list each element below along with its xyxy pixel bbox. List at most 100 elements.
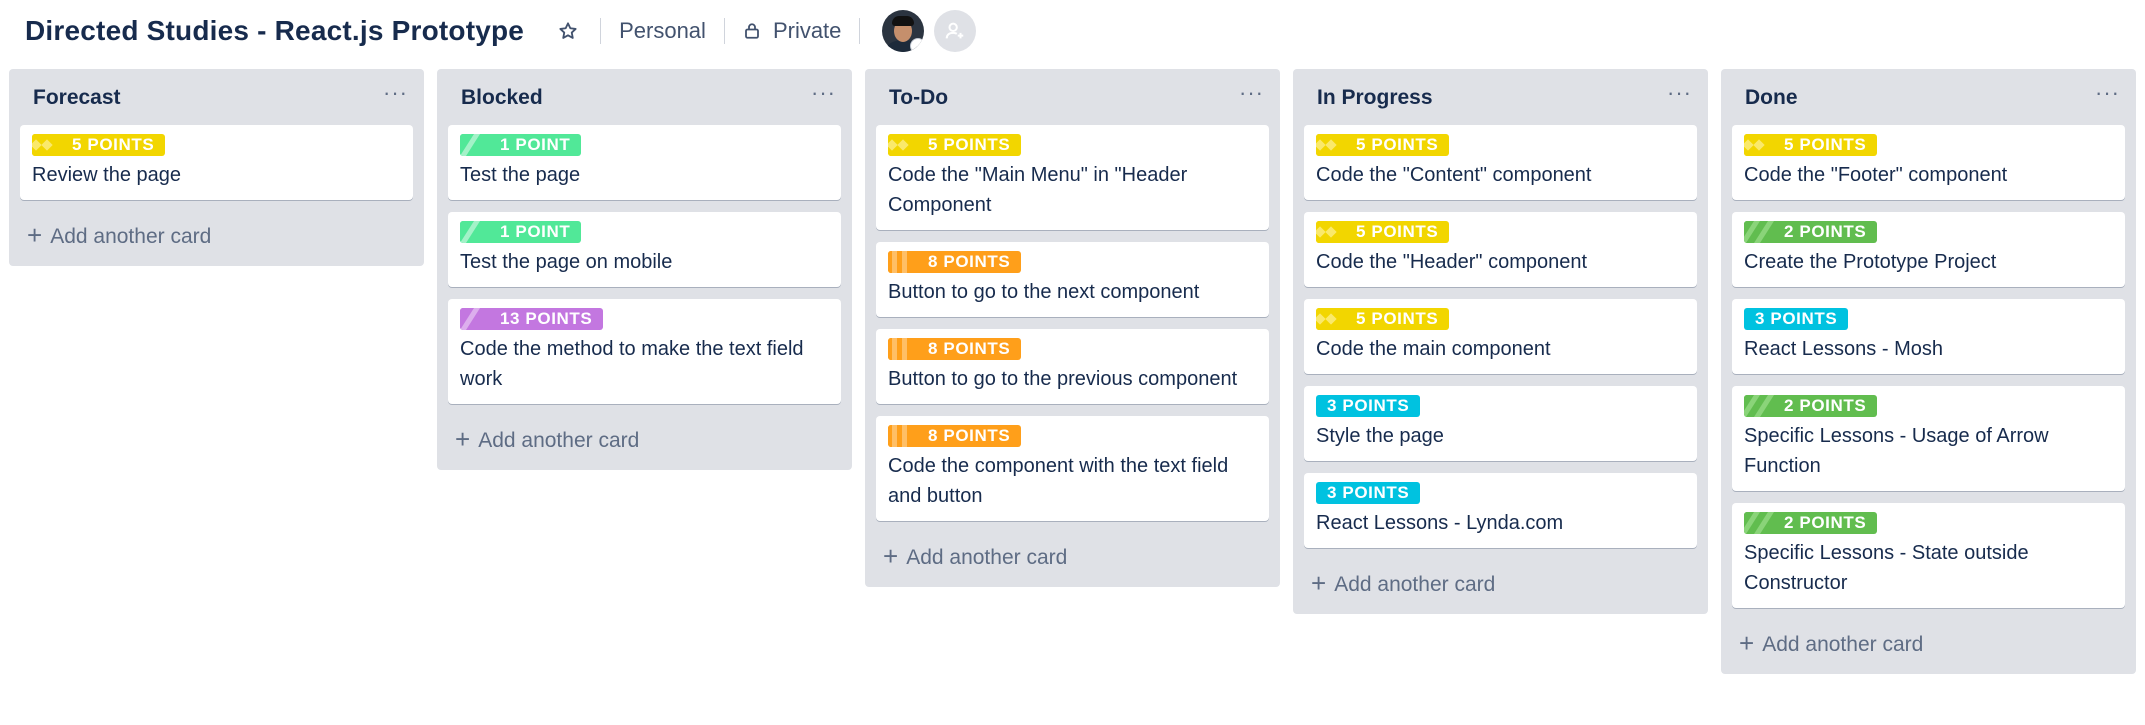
plus-icon: +	[883, 541, 899, 571]
list-in-progress[interactable]: In Progress ··· 5 POINTS Code the "Content"…	[1293, 69, 1708, 614]
plus-icon: +	[455, 424, 471, 454]
card[interactable]: 5 POINTS Review the page	[20, 125, 413, 200]
card[interactable]: 13 POINTS Code the method to make the tex…	[448, 299, 841, 404]
card[interactable]: 2 POINTS Specific Lessons - State outside…	[1732, 503, 2125, 608]
list-menu-icon[interactable]: ···	[2095, 80, 2120, 106]
card-label[interactable]: 5 POINTS	[1316, 221, 1450, 243]
add-card-label: Add another card	[478, 429, 640, 452]
card-label-text: 2 POINTS	[1784, 222, 1867, 241]
card[interactable]: 1 POINT Test the page on mobile	[448, 212, 841, 287]
visibility-label: Private	[772, 18, 842, 43]
list-blocked[interactable]: Blocked ··· 1 POINT Test the page 1 POINT Tes…	[437, 69, 852, 470]
list-header: Done ···	[1721, 69, 2136, 125]
card-label[interactable]: 5 POINTS	[888, 134, 1022, 156]
add-card-button[interactable]: + Add another card	[437, 416, 852, 466]
add-card-label: Add another card	[906, 546, 1068, 569]
card-label[interactable]: 13 POINTS	[460, 308, 604, 330]
lock-icon	[745, 23, 759, 39]
card-label[interactable]: 5 POINTS	[1744, 134, 1878, 156]
card-label-text: 5 POINTS	[1356, 309, 1439, 328]
add-card-button[interactable]: + Add another card	[865, 533, 1280, 583]
card[interactable]: 5 POINTS Code the "Content" component	[1304, 125, 1697, 200]
team-button[interactable]: Personal	[619, 11, 706, 51]
card-title: Code the "Main Menu" in "Header Componen…	[888, 164, 1188, 216]
card-title: Button to go to the previous component	[888, 368, 1238, 390]
card[interactable]: 1 POINT Test the page	[448, 125, 841, 200]
add-card-button[interactable]: + Add another card	[1721, 620, 2136, 670]
header-divider	[723, 18, 725, 44]
list-header: In Progress ···	[1293, 69, 1708, 125]
card-label[interactable]: 8 POINTS	[888, 338, 1022, 360]
add-card-label: Add another card	[1334, 573, 1496, 596]
card[interactable]: 2 POINTS Create the Prototype Project	[1732, 212, 2125, 287]
card-title: Create the Prototype Project	[1744, 251, 1997, 273]
card[interactable]: 5 POINTS Code the "Main Menu" in "Header …	[876, 125, 1269, 230]
card-label[interactable]: 2 POINTS	[1744, 512, 1878, 534]
add-card-button[interactable]: + Add another card	[9, 212, 424, 262]
card-label[interactable]: 5 POINTS	[32, 134, 166, 156]
list-to-do[interactable]: To-Do ··· 5 POINTS Code the "Main Menu" in …	[865, 69, 1280, 587]
card[interactable]: 2 POINTS Specific Lessons - Usage of Arro…	[1732, 386, 2125, 491]
invite-member-button[interactable]	[934, 10, 977, 52]
card-label[interactable]: 2 POINTS	[1744, 221, 1878, 243]
list-menu-icon[interactable]: ···	[1667, 80, 1692, 106]
list-forecast[interactable]: Forecast ··· 5 POINTS Review the page + Add a…	[9, 69, 424, 266]
card-label[interactable]: 8 POINTS	[888, 251, 1022, 273]
card[interactable]: 5 POINTS Code the "Footer" component	[1732, 125, 2125, 200]
card[interactable]: 5 POINTS Code the "Header" component	[1304, 212, 1697, 287]
card-title: Button to go to the next component	[888, 281, 1200, 303]
list-menu-icon[interactable]: ···	[383, 80, 408, 106]
card-label-text: 1 POINT	[500, 135, 571, 154]
team-label: Personal	[619, 18, 706, 43]
card-title: React Lessons - Lynda.com	[1316, 512, 1564, 534]
card-label-text: 5 POINTS	[1784, 135, 1867, 154]
card-label-text: 3 POINTS	[1327, 483, 1410, 502]
card-label[interactable]: 3 POINTS	[1316, 395, 1421, 417]
board-canvas: Forecast ··· 5 POINTS Review the page + Add a…	[9, 69, 2136, 674]
card-title: Code the method to make the text field w…	[460, 338, 804, 390]
list-title[interactable]: To-Do	[889, 86, 948, 110]
card-label-text: 8 POINTS	[928, 252, 1011, 271]
card-label[interactable]: 3 POINTS	[1744, 308, 1849, 330]
card-label[interactable]: 1 POINT	[460, 134, 582, 156]
add-card-button[interactable]: + Add another card	[1293, 560, 1708, 610]
card-label[interactable]: 8 POINTS	[888, 425, 1022, 447]
list-title[interactable]: Forecast	[33, 86, 121, 110]
board-title[interactable]: Directed Studies - React.js Prototype	[25, 15, 524, 47]
card[interactable]: 8 POINTS Code the component with the text…	[876, 416, 1269, 521]
list-title[interactable]: Blocked	[461, 86, 543, 110]
card[interactable]: 8 POINTS Button to go to the previous com…	[876, 329, 1269, 404]
card[interactable]: 3 POINTS React Lessons - Lynda.com	[1304, 473, 1697, 548]
card-title: Code the component with the text field a…	[888, 455, 1229, 507]
card-title: Code the "Header" component	[1316, 251, 1588, 273]
list-menu-icon[interactable]: ···	[1239, 80, 1264, 106]
card-title: Test the page	[460, 164, 581, 186]
card-label-text: 1 POINT	[500, 222, 571, 241]
card[interactable]: 8 POINTS Button to go to the next compone…	[876, 242, 1269, 317]
card[interactable]: 5 POINTS Code the main component	[1304, 299, 1697, 374]
card-title: Specific Lessons - Usage of Arrow Functi…	[1744, 425, 2049, 477]
card-label[interactable]: 5 POINTS	[1316, 308, 1450, 330]
list-title[interactable]: Done	[1745, 86, 1798, 110]
list-header: To-Do ···	[865, 69, 1280, 125]
star-button[interactable]	[554, 11, 582, 51]
card-label[interactable]: 3 POINTS	[1316, 482, 1421, 504]
card-label[interactable]: 2 POINTS	[1744, 395, 1878, 417]
list-title[interactable]: In Progress	[1317, 86, 1433, 110]
card-label[interactable]: 1 POINT	[460, 221, 582, 243]
member-avatar[interactable]	[882, 10, 925, 52]
card[interactable]: 3 POINTS Style the page	[1304, 386, 1697, 461]
list-menu-icon[interactable]: ···	[811, 80, 836, 106]
add-card-label: Add another card	[50, 225, 212, 248]
card-label-text: 8 POINTS	[928, 426, 1011, 445]
list-header: Forecast ···	[9, 69, 424, 125]
card-label[interactable]: 5 POINTS	[1316, 134, 1450, 156]
plus-icon: +	[1739, 628, 1755, 658]
board-header: Directed Studies - React.js Prototype Pe…	[0, 0, 2145, 62]
plus-icon: +	[1311, 568, 1327, 598]
visibility-button[interactable]: Private	[743, 11, 841, 51]
list-done[interactable]: Done ··· 5 POINTS Code the "Footer" compone…	[1721, 69, 2136, 674]
card-list: 5 POINTS Review the page	[9, 125, 424, 200]
card-title: Code the "Content" component	[1316, 164, 1592, 186]
card[interactable]: 3 POINTS React Lessons - Mosh	[1732, 299, 2125, 374]
